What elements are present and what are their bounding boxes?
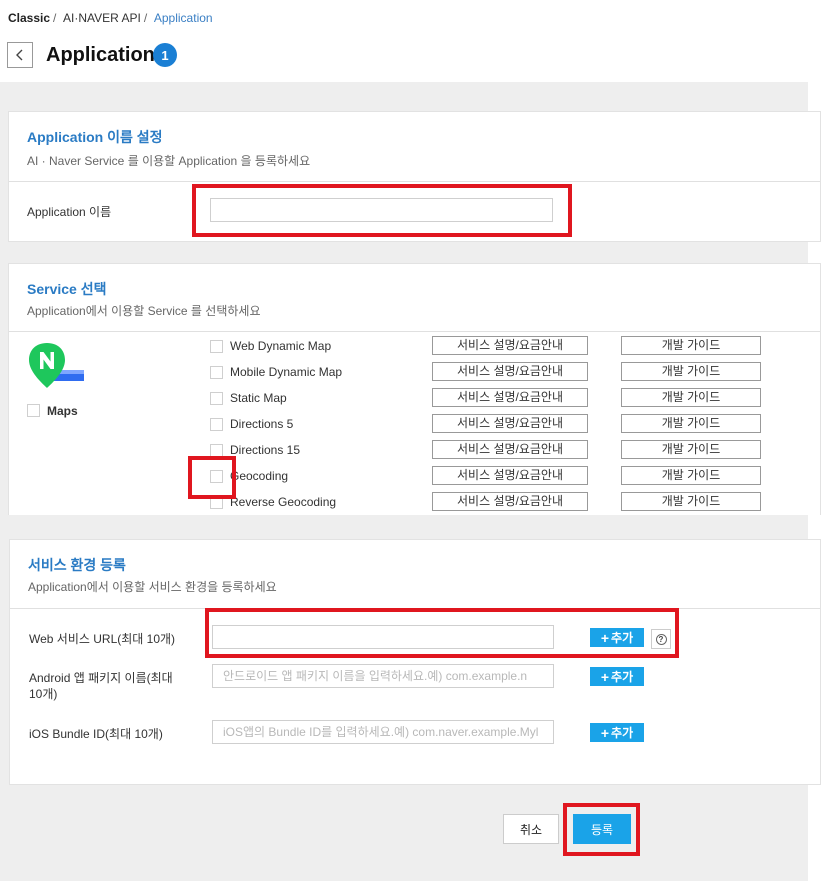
ios-bundle-label: iOS Bundle ID(최대 10개) xyxy=(29,727,163,741)
env-section-title: 서비스 환경 등록 xyxy=(28,557,126,573)
service-info-button[interactable]: 서비스 설명/요금안내 xyxy=(432,466,588,485)
service-item-label: Geocoding xyxy=(230,469,289,483)
service-row-web-dynamic-map: Web Dynamic Map xyxy=(210,336,331,356)
directions-15-checkbox[interactable] xyxy=(210,443,223,457)
dev-guide-button[interactable]: 개발 가이드 xyxy=(621,492,761,511)
plus-icon: + xyxy=(600,629,610,646)
plus-icon: + xyxy=(600,668,610,685)
naver-maps-logo-icon xyxy=(29,343,84,388)
plus-icon: + xyxy=(600,724,610,741)
directions-5-checkbox[interactable] xyxy=(210,417,223,431)
service-info-button[interactable]: 서비스 설명/요금안내 xyxy=(432,388,588,407)
service-row-static-map: Static Map xyxy=(210,388,287,408)
breadcrumb: Classic / AI·NAVER API / Application xyxy=(8,11,213,25)
service-row-geocoding: Geocoding xyxy=(210,466,288,486)
service-row-mobile-dynamic-map: Mobile Dynamic Map xyxy=(210,362,342,382)
dev-guide-button[interactable]: 개발 가이드 xyxy=(621,440,761,459)
web-url-input[interactable] xyxy=(212,625,554,649)
maps-group-checkbox[interactable] xyxy=(27,404,40,417)
add-button-label: 추가 xyxy=(611,726,634,740)
android-label-line2: 10개) xyxy=(29,687,58,701)
chevron-left-icon xyxy=(16,49,23,61)
app-name-section-subtitle: AI · Naver Service 를 이용할 Application 을 등… xyxy=(27,154,311,168)
section-divider xyxy=(10,608,820,609)
service-item-label: Mobile Dynamic Map xyxy=(230,365,343,379)
dev-guide-button[interactable]: 개발 가이드 xyxy=(621,362,761,381)
service-item-label: Reverse Geocoding xyxy=(230,495,337,509)
service-info-button[interactable]: 서비스 설명/요금안내 xyxy=(432,440,588,459)
env-section-subtitle: Application에서 이용할 서비스 환경을 등록하세요 xyxy=(28,580,277,594)
app-name-section-title: Application 이름 설정 xyxy=(27,129,163,145)
service-item-label: Web Dynamic Map xyxy=(230,339,332,353)
reverse-geocoding-checkbox[interactable] xyxy=(210,495,223,509)
step-badge: 1 xyxy=(153,43,177,67)
service-section-subtitle: Application에서 이용할 Service 를 선택하세요 xyxy=(27,304,261,318)
add-button-label: 추가 xyxy=(611,670,634,684)
android-package-input[interactable] xyxy=(212,664,554,688)
service-item-label: Static Map xyxy=(230,391,287,405)
mobile-dynamic-map-checkbox[interactable] xyxy=(210,365,223,379)
service-info-button[interactable]: 서비스 설명/요금안내 xyxy=(432,362,588,381)
android-label-line1: Android 앱 패키지 이름(최대 xyxy=(29,671,173,685)
web-dynamic-map-checkbox[interactable] xyxy=(210,339,223,353)
static-map-checkbox[interactable] xyxy=(210,391,223,405)
section-divider xyxy=(9,181,820,182)
dev-guide-button[interactable]: 개발 가이드 xyxy=(621,388,761,407)
service-row-directions-5: Directions 5 xyxy=(210,414,293,434)
cancel-button[interactable]: 취소 xyxy=(503,814,559,844)
breadcrumb-item-ai-naver-api[interactable]: AI·NAVER API xyxy=(63,11,141,25)
service-info-button[interactable]: 서비스 설명/요금안내 xyxy=(432,336,588,355)
service-item-label: Directions 15 xyxy=(230,443,301,457)
page-title: Application xyxy=(46,44,155,66)
service-item-label: Directions 5 xyxy=(230,417,294,431)
dev-guide-button[interactable]: 개발 가이드 xyxy=(621,336,761,355)
add-android-package-button[interactable]: + 추가 xyxy=(590,667,644,686)
service-info-button[interactable]: 서비스 설명/요금안내 xyxy=(432,492,588,511)
service-info-button[interactable]: 서비스 설명/요금안내 xyxy=(432,414,588,433)
dev-guide-button[interactable]: 개발 가이드 xyxy=(621,414,761,433)
breadcrumb-item-classic[interactable]: Classic xyxy=(8,11,50,25)
maps-group-label: Maps xyxy=(47,404,78,418)
app-name-panel: Application 이름 설정 AI · Naver Service 를 이… xyxy=(8,111,821,242)
dev-guide-button[interactable]: 개발 가이드 xyxy=(621,466,761,485)
env-panel: 서비스 환경 등록 Application에서 이용할 서비스 환경을 등록하세… xyxy=(9,539,821,785)
add-web-url-button[interactable]: + 추가 xyxy=(590,628,644,647)
breadcrumb-item-application[interactable]: Application xyxy=(154,11,213,25)
app-name-label: Application 이름 xyxy=(27,205,112,219)
help-button[interactable]: ? xyxy=(651,629,671,649)
breadcrumb-separator: / xyxy=(53,11,57,25)
breadcrumb-separator: / xyxy=(143,11,148,25)
service-section-title: Service 선택 xyxy=(27,281,107,297)
question-circle-icon: ? xyxy=(655,633,667,645)
section-divider xyxy=(9,331,820,332)
web-url-label: Web 서비스 URL(최대 10개) xyxy=(29,632,176,646)
app-name-input[interactable] xyxy=(210,198,553,222)
android-package-label: Android 앱 패키지 이름(최대 10개) xyxy=(29,670,173,702)
service-row-reverse-geocoding: Reverse Geocoding xyxy=(210,492,336,512)
add-ios-bundle-button[interactable]: + 추가 xyxy=(590,723,644,742)
back-button[interactable] xyxy=(7,42,33,68)
geocoding-checkbox[interactable] xyxy=(210,469,223,483)
add-button-label: 추가 xyxy=(611,631,634,645)
submit-button[interactable]: 등록 xyxy=(573,814,631,844)
ios-bundle-input[interactable] xyxy=(212,720,554,744)
service-row-directions-15: Directions 15 xyxy=(210,440,300,460)
